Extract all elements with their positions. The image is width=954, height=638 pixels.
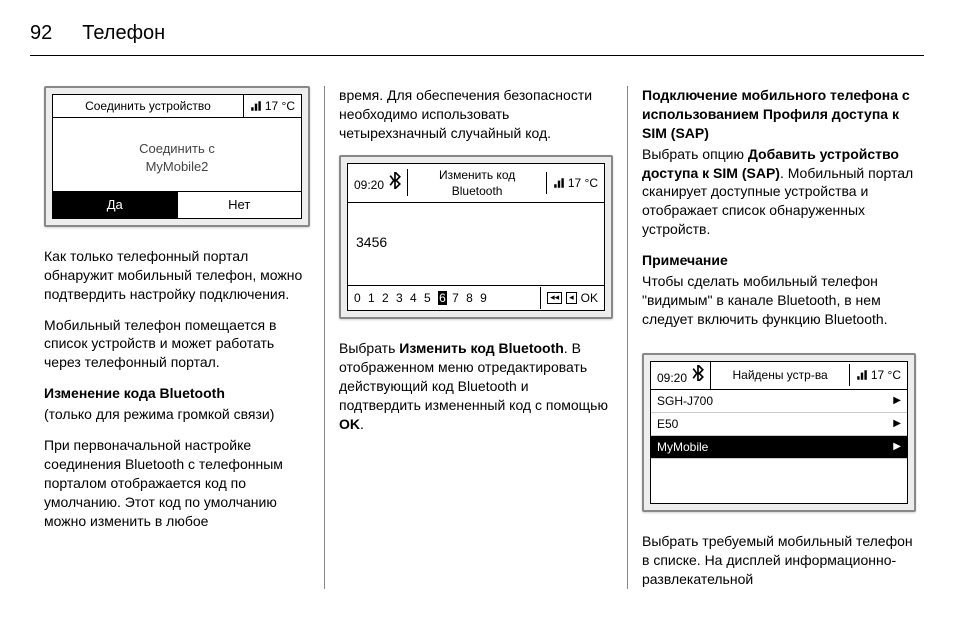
body-text: Выбрать опцию Добавить устройство доступ… [642,145,916,239]
connect-line2: MyMobile2 [57,158,297,176]
subheading: Изменение кода Bluetooth [44,385,225,401]
list-item[interactable]: E50 ▶ [651,413,907,436]
screen-title: Изменить код Bluetooth [408,164,545,202]
screen-title: Найдены устр-ва [711,364,848,386]
no-button[interactable]: Нет [177,192,302,218]
screen-temp: 17 °C [243,95,301,117]
right-arrow-icon: ◂ [566,292,577,304]
body-text: время. Для обеспечения безопасности необ… [339,86,613,143]
bluetooth-icon [692,365,704,377]
ok-cell[interactable]: ◂◂ ◂ OK [540,287,604,309]
play-icon: ▶ [893,440,901,454]
body-text: Как только телефонный портал обнаружит м… [44,247,310,304]
body-text: Мобильный телефон помещается в список ус… [44,316,310,373]
play-icon: ▶ [893,394,901,408]
note-heading: Примечание [642,252,728,268]
subheading: Подключение мобильного телефона с исполь… [642,87,910,141]
column-1: Соединить устройство 17 °C Соединить с M… [30,86,324,589]
code-value: 3456 [356,233,596,252]
screen-time: 09:20 [651,362,711,389]
list-item[interactable]: SGH-J700 ▶ [651,390,907,413]
column-3: Подключение мобильного телефона с исполь… [627,86,930,589]
note-text: Чтобы сделать мобильный телефон "видимым… [642,272,916,329]
screen-temp: 17 °C [849,364,907,386]
digit-strip[interactable]: 0 1 2 3 4 5 6 7 8 9 [348,286,540,310]
left-arrow-icon: ◂◂ [547,292,562,304]
page-number: 92 [30,20,52,47]
screen-title: Соединить устройство [53,95,243,117]
device-change-code: 09:20 Изменить код Bluetooth 17 °C 3456 [339,155,613,320]
screen-time: 09:20 [348,169,408,196]
device-connect: Соединить устройство 17 °C Соединить с M… [44,86,310,227]
signal-icon [856,369,868,381]
page-title: Телефон [82,20,165,47]
body-text: Выбрать требуемый мобильный телефон в сп… [642,532,916,589]
connect-line1: Соединить с [57,140,297,158]
column-2: время. Для обеспечения безопасности необ… [324,86,627,589]
screen-temp: 17 °C [546,172,604,194]
body-text: Выбрать Изменить код Bluetooth. В отобра… [339,339,613,433]
body-text: При первоначальной настройке соединения … [44,436,310,530]
ok-label: OK [581,290,598,306]
bluetooth-icon [389,172,401,184]
list-item[interactable]: MyMobile ▶ [651,436,907,459]
yes-button[interactable]: Да [53,192,177,218]
signal-icon [553,177,565,189]
play-icon: ▶ [893,417,901,431]
signal-icon [250,100,262,112]
device-found-list: 09:20 Найдены устр-ва 17 °C SGH-J700 ▶ [642,353,916,513]
body-text: (только для режима громкой связи) [44,405,310,424]
page-header: 92 Телефон [30,20,924,56]
